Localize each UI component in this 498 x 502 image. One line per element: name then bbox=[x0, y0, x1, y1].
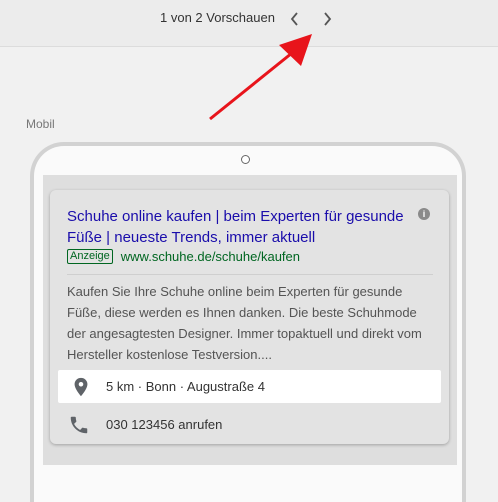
ad-headline-link[interactable]: Schuhe online kaufen | beim Experten für… bbox=[67, 206, 407, 248]
chevron-right-icon bbox=[324, 12, 332, 26]
call-extension[interactable]: 030 123456 anrufen bbox=[50, 408, 449, 441]
location-text: 5 km · Bonn · Augustraße 4 bbox=[106, 379, 265, 394]
phone-camera bbox=[241, 155, 250, 164]
location-pin-icon bbox=[74, 377, 88, 397]
ad-description: Kaufen Sie Ihre Schuhe online beim Exper… bbox=[67, 284, 422, 362]
info-icon[interactable]: i bbox=[418, 208, 430, 220]
preview-counter: 1 von 2 Vorschauen bbox=[160, 10, 275, 25]
section-label-mobile: Mobil bbox=[26, 117, 55, 131]
ad-preview-card: Schuhe online kaufen | beim Experten für… bbox=[50, 190, 449, 444]
previous-preview-button[interactable] bbox=[284, 8, 306, 30]
next-preview-button[interactable] bbox=[316, 8, 338, 30]
ad-url-row: Anzeige www.schuhe.de/schuhe/kaufen bbox=[67, 248, 300, 264]
ad-display-url[interactable]: www.schuhe.de/schuhe/kaufen bbox=[121, 249, 300, 264]
location-extension[interactable]: 5 km · Bonn · Augustraße 4 bbox=[58, 370, 441, 403]
ad-badge: Anzeige bbox=[67, 248, 113, 264]
preview-toolbar: 1 von 2 Vorschauen bbox=[0, 0, 498, 47]
divider bbox=[67, 274, 433, 275]
phone-icon bbox=[70, 416, 88, 434]
chevron-left-icon bbox=[290, 12, 298, 26]
call-text: 030 123456 anrufen bbox=[106, 417, 223, 432]
